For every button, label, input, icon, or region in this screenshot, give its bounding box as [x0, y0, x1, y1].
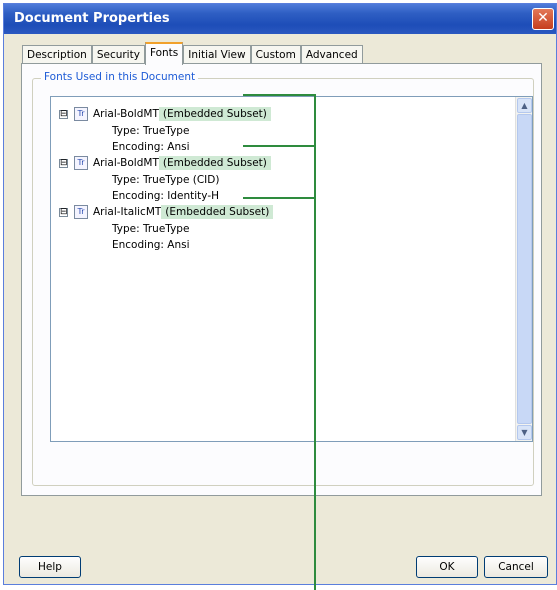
window-title: Document Properties — [14, 11, 170, 26]
font-name: Arial-BoldMT — [93, 108, 159, 120]
font-name: Arial-ItalicMT — [93, 206, 162, 218]
ok-button[interactable]: OK — [416, 556, 478, 578]
callout-line — [243, 197, 316, 199]
font-name: Arial-BoldMT — [93, 157, 159, 169]
truetype-font-icon: Tr — [74, 205, 88, 219]
cancel-button[interactable]: Cancel — [484, 556, 548, 578]
scroll-thumb[interactable] — [517, 114, 532, 424]
collapse-icon[interactable]: ⊟ — [59, 207, 68, 217]
vertical-scrollbar[interactable]: ▲ ▼ — [515, 97, 532, 441]
collapse-icon[interactable]: ⊟ — [59, 158, 68, 168]
font-row[interactable]: ⊟ Tr Arial-ItalicMT (Embedded Subset) — [59, 204, 274, 220]
tab-security[interactable]: Security — [91, 45, 145, 65]
fonts-tab-panel: Fonts Used in this Document ⊟ Tr Arial-B… — [21, 63, 542, 496]
truetype-font-icon: Tr — [74, 156, 88, 170]
fonts-tree[interactable]: ⊟ Tr Arial-BoldMT (Embedded Subset) Type… — [50, 96, 533, 442]
font-type: Type: TrueType (CID) — [112, 174, 220, 186]
font-type: Type: TrueType — [112, 125, 190, 137]
tab-strip: Description Security Fonts Initial View … — [22, 42, 363, 65]
truetype-font-icon: Tr — [74, 107, 88, 121]
title-bar[interactable]: Document Properties ✕ — [4, 4, 556, 34]
callout-line — [243, 145, 316, 147]
font-encoding: Encoding: Ansi — [112, 239, 190, 251]
embedded-subset-label: (Embedded Subset) — [161, 205, 274, 219]
fonts-group: Fonts Used in this Document ⊟ Tr Arial-B… — [32, 71, 534, 486]
font-row[interactable]: ⊟ Tr Arial-BoldMT (Embedded Subset) — [59, 155, 271, 171]
document-properties-window: Document Properties ✕ Description Securi… — [3, 3, 557, 585]
tab-custom[interactable]: Custom — [250, 45, 301, 65]
tab-fonts[interactable]: Fonts — [144, 42, 184, 65]
callout-line — [243, 94, 316, 96]
collapse-icon[interactable]: ⊟ — [59, 109, 68, 119]
tab-description[interactable]: Description — [22, 45, 92, 65]
font-row[interactable]: ⊟ Tr Arial-BoldMT (Embedded Subset) — [59, 106, 271, 122]
tab-initial-view[interactable]: Initial View — [183, 45, 251, 65]
callout-line — [314, 94, 316, 590]
font-type: Type: TrueType — [112, 223, 190, 235]
font-encoding: Encoding: Identity-H — [112, 190, 220, 202]
embedded-subset-label: (Embedded Subset) — [158, 156, 271, 170]
embedded-subset-label: (Embedded Subset) — [158, 107, 271, 121]
scroll-up-icon[interactable]: ▲ — [517, 98, 532, 113]
scroll-down-icon[interactable]: ▼ — [517, 425, 532, 440]
font-encoding: Encoding: Ansi — [112, 141, 190, 153]
fonts-group-legend: Fonts Used in this Document — [41, 71, 199, 83]
help-button[interactable]: Help — [19, 556, 81, 578]
close-button[interactable]: ✕ — [532, 8, 554, 30]
tab-advanced[interactable]: Advanced — [300, 45, 363, 65]
